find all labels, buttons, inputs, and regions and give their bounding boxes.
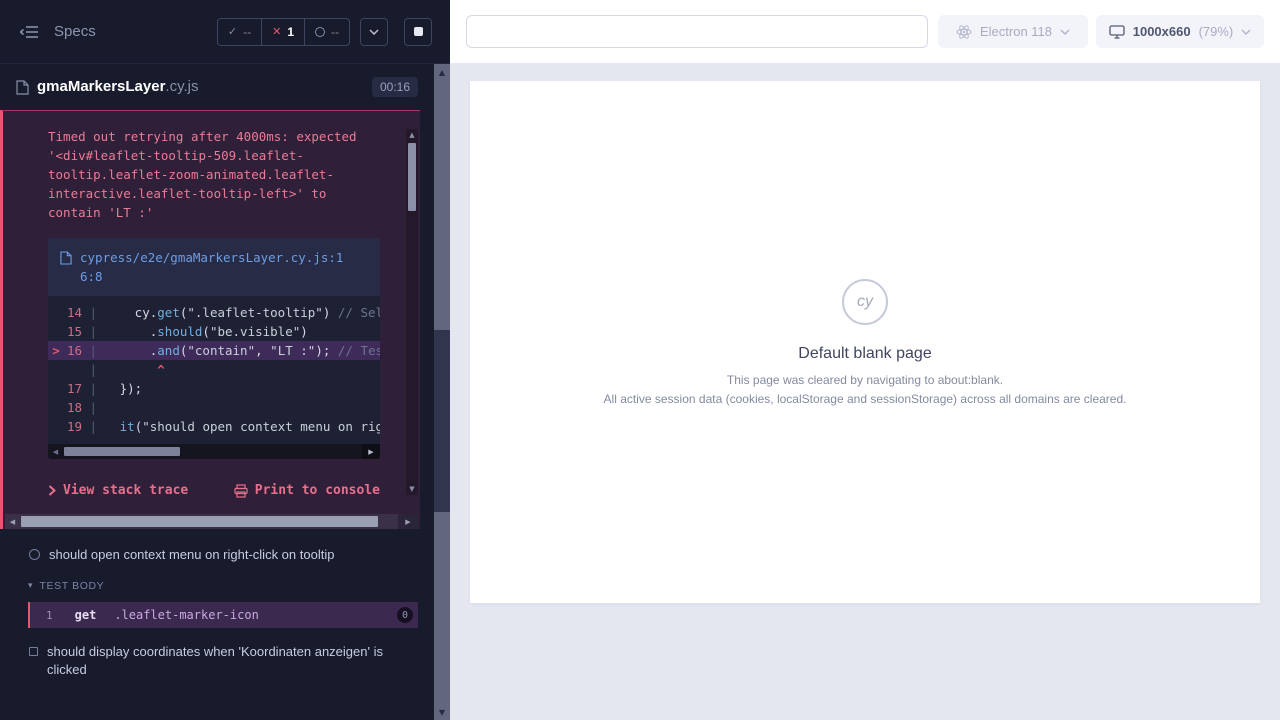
scrollbar-thumb[interactable] (64, 447, 180, 456)
test-body-toggle[interactable]: ▾ TEST BODY (0, 573, 434, 599)
test-body-label: TEST BODY (40, 580, 105, 592)
spec-stats: ✓ -- ✕ 1 -- (217, 18, 350, 46)
scroll-up-icon[interactable]: ▲ (406, 131, 418, 139)
blank-page-message: All active session data (cookies, localS… (604, 392, 1127, 406)
code-frame-file-link[interactable]: cypress/e2e/gmaMarkersLayer.cy.js:16:8 (48, 238, 380, 296)
code-line: 14 | cy.get(".leaflet-tooltip") // Sele (48, 303, 380, 322)
code-frame: cypress/e2e/gmaMarkersLayer.cy.js:16:8 1… (48, 238, 380, 459)
passed-count: -- (243, 25, 251, 39)
command-method: get (75, 608, 97, 622)
scroll-left-icon[interactable]: ◀ (5, 518, 20, 526)
command-log-entry[interactable]: 1 get .leaflet-marker-icon 0 (28, 602, 418, 628)
scroll-right-icon[interactable]: ▶ (398, 514, 418, 529)
url-toolbar: Electron 118 1000x660 (79%) (450, 0, 1280, 64)
specs-list-icon (20, 25, 38, 39)
stat-failed: ✕ 1 (261, 19, 304, 45)
scroll-up-icon[interactable]: ▲ (434, 64, 450, 80)
command-message: .leaflet-marker-icon (114, 608, 259, 622)
url-input[interactable] (466, 15, 928, 48)
code-line: 17 | }); (48, 379, 380, 398)
viewport-scale: (79%) (1199, 24, 1234, 39)
code-horizontal-scrollbar[interactable]: ◀ ▶ (48, 444, 380, 459)
code-line: | ^ (48, 360, 380, 379)
browser-selector[interactable]: Electron 118 (938, 15, 1088, 48)
cypress-app: Specs ✓ -- ✕ 1 -- (0, 0, 1280, 720)
chevron-down-icon (1241, 29, 1251, 35)
print-to-console-button[interactable]: Print to console (234, 483, 380, 498)
specs-header-bar: Specs ✓ -- ✕ 1 -- (0, 0, 450, 64)
spec-duration-badge: 00:16 (372, 77, 418, 97)
file-icon (60, 251, 72, 265)
stop-button[interactable] (404, 18, 432, 46)
pending-icon (315, 27, 325, 37)
electron-icon (956, 24, 972, 40)
test-item-queued[interactable]: should display coordinates when 'Koordin… (0, 634, 434, 688)
scroll-down-icon[interactable]: ▼ (434, 704, 450, 720)
print-to-console-label: Print to console (255, 483, 380, 498)
code-line: >16 | .and("contain", "LT :"); // Test (48, 341, 380, 360)
collapse-all-button[interactable] (360, 18, 388, 46)
code-line: 15 | .should("be.visible") (48, 322, 380, 341)
reporter-scroll-region: gmaMarkersLayer.cy.js 00:16 Timed out re… (0, 64, 450, 720)
chevron-down-icon (369, 29, 379, 35)
code-line: 19 | it("should open context menu on rig… (48, 417, 380, 436)
test-item-running[interactable]: should open context menu on right-click … (0, 537, 434, 573)
test-title: should open context menu on right-click … (49, 546, 334, 564)
viewport-size: 1000x660 (1133, 24, 1191, 39)
cypress-logo: cy (842, 279, 888, 325)
test-error-block: Timed out retrying after 4000ms: expecte… (0, 110, 420, 529)
scroll-down-icon[interactable]: ▼ (406, 485, 418, 493)
code-lines: 14 | cy.get(".leaflet-tooltip") // Sele1… (48, 296, 380, 444)
file-icon (16, 80, 29, 95)
stat-passed: ✓ -- (218, 19, 261, 45)
error-horizontal-scrollbar[interactable]: ◀ ▶ (5, 514, 418, 529)
spec-file-header: gmaMarkersLayer.cy.js 00:16 (0, 64, 434, 110)
error-vertical-scrollbar[interactable]: ▲ ▼ (406, 129, 418, 495)
viewport-selector[interactable]: 1000x660 (79%) (1096, 15, 1264, 48)
blank-page-message: This page was cleared by navigating to a… (727, 373, 1003, 387)
failed-count: 1 (287, 25, 294, 39)
chevron-right-icon (48, 485, 56, 496)
specs-title: Specs (54, 23, 96, 40)
scroll-left-icon[interactable]: ◀ (48, 448, 63, 456)
error-content: Timed out retrying after 4000ms: expecte… (3, 111, 420, 498)
specs-list-button[interactable] (14, 17, 44, 47)
scroll-right-icon[interactable]: ▶ (362, 444, 380, 459)
code-line: 18 | (48, 398, 380, 417)
stop-icon (414, 27, 423, 36)
blank-page-title: Default blank page (798, 345, 931, 363)
queued-test-icon (29, 647, 38, 656)
stat-pending: -- (304, 19, 349, 45)
element-count-badge: 0 (397, 607, 413, 623)
scrollbar-thumb[interactable] (21, 516, 378, 527)
reporter-content: gmaMarkersLayer.cy.js 00:16 Timed out re… (0, 64, 434, 720)
browser-name: Electron 118 (980, 24, 1052, 39)
monitor-icon (1109, 25, 1125, 39)
scrollbar-thumb[interactable] (434, 330, 450, 512)
printer-icon (234, 484, 248, 498)
check-icon: ✓ (228, 25, 237, 38)
aut-background: cy Default blank page This page was clea… (450, 64, 1280, 720)
scrollbar-thumb[interactable] (408, 143, 416, 211)
aut-iframe: cy Default blank page This page was clea… (470, 81, 1260, 603)
running-spinner-icon (29, 549, 40, 560)
error-actions: View stack trace Print to console (48, 483, 380, 498)
reporter-scrollbar[interactable]: ▲ ▼ (434, 64, 450, 720)
spec-extension: .cy.js (165, 78, 198, 95)
spec-file-name: gmaMarkersLayer.cy.js (37, 78, 198, 96)
chevron-down-icon: ▾ (28, 581, 33, 591)
app-under-test-panel: Electron 118 1000x660 (79%) (450, 0, 1280, 720)
cross-icon: ✕ (272, 25, 281, 38)
chevron-down-icon (1060, 29, 1070, 35)
code-frame-location: cypress/e2e/gmaMarkersLayer.cy.js:16:8 (80, 248, 346, 286)
view-stack-trace-link[interactable]: View stack trace (48, 483, 188, 498)
error-message: Timed out retrying after 4000ms: expecte… (48, 127, 380, 222)
pending-count: -- (331, 25, 339, 39)
test-title: should display coordinates when 'Koordin… (47, 643, 399, 679)
command-number: 1 (46, 609, 53, 622)
tests-list: should open context menu on right-click … (0, 537, 434, 688)
spec-name: gmaMarkersLayer (37, 78, 165, 95)
reporter-panel: Specs ✓ -- ✕ 1 -- (0, 0, 450, 720)
view-stack-trace-label: View stack trace (63, 483, 188, 498)
